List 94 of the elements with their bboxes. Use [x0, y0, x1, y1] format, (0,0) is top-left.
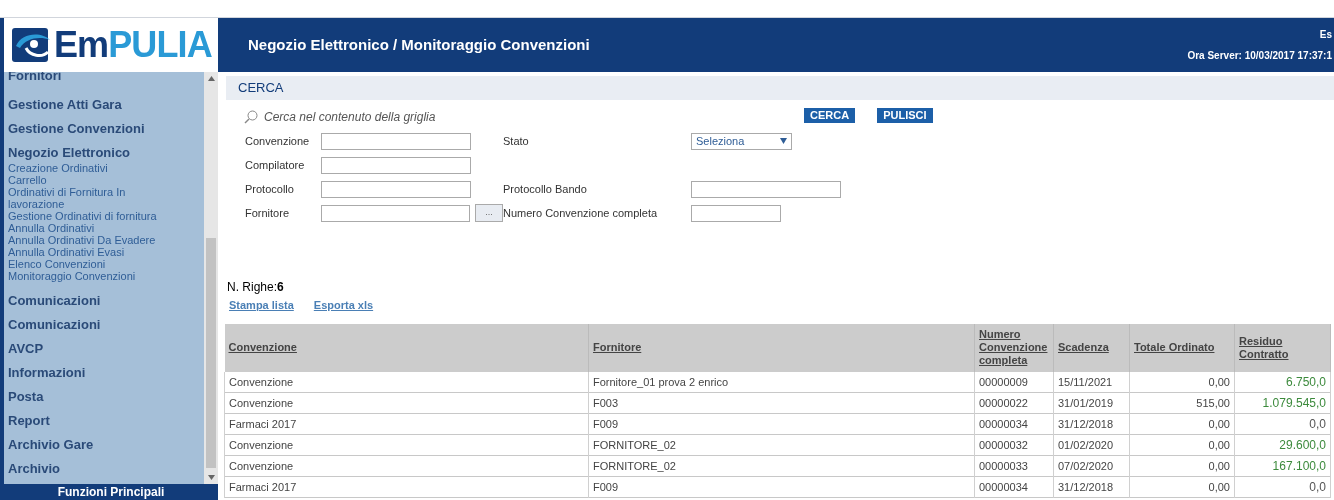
table-cell: Convenzione — [224, 392, 589, 414]
table-cell: 31/01/2019 — [1053, 392, 1130, 414]
menu-section[interactable]: Gestione Atti Gara — [8, 97, 204, 113]
logo-icon — [12, 26, 52, 64]
table-cell: 167.100,0 — [1272, 459, 1326, 473]
table-cell: 0,00 — [1129, 476, 1235, 498]
table-cell: 00000033 — [974, 455, 1054, 477]
field-label: Convenzione — [245, 133, 310, 149]
table-cell: 00000032 — [974, 434, 1054, 456]
field-label: Fornitore — [245, 205, 290, 221]
page-title: Negozio Elettronico / Monitoraggio Convenzioni — [248, 34, 590, 55]
menu-item[interactable]: Gestione Ordinativi di fornitura — [8, 210, 204, 222]
table-cell: Fornitore_01 prova 2 enrico — [588, 371, 975, 393]
menu-section[interactable]: Gestione Convenzioni — [8, 121, 204, 137]
menu-section[interactable]: Negozio Elettronico — [8, 145, 204, 161]
table-cell: 07/02/2020 — [1053, 455, 1130, 477]
menu-section[interactable]: Posta — [8, 389, 204, 405]
table-cell: 0,0 — [1309, 480, 1326, 494]
table-cell: Farmaci 2017 — [224, 476, 589, 498]
menu-section[interactable]: Archivio Gare — [8, 437, 204, 453]
table-cell: 0,00 — [1129, 413, 1235, 435]
column-header[interactable]: Scadenza — [1053, 323, 1130, 372]
table-cell: F009 — [588, 413, 975, 435]
table-cell: FORNITORE_02 — [588, 434, 975, 456]
menu-section[interactable]: Informazioni — [8, 365, 204, 381]
menu-item[interactable]: Ordinativi di Fornitura In lavorazione — [8, 186, 204, 210]
scroll-down-icon[interactable] — [207, 475, 215, 480]
action-button[interactable]: PULISCI — [877, 108, 933, 123]
text-field[interactable] — [691, 204, 781, 222]
menu-item[interactable]: Carrello — [8, 174, 204, 186]
table-cell: 00000022 — [974, 392, 1054, 414]
table-cell: 515,00 — [1129, 392, 1235, 414]
text-field[interactable] — [321, 180, 471, 198]
table-cell: Convenzione — [224, 371, 589, 393]
server-time: Ora Server: 10/03/2017 17:37:1 — [1187, 49, 1332, 63]
action-button[interactable]: CERCA — [804, 108, 856, 123]
table-cell: 00000034 — [974, 413, 1054, 435]
table-cell: Convenzione — [224, 434, 589, 456]
caret-icon[interactable] — [780, 138, 787, 144]
panel-title: CERCA — [238, 79, 284, 98]
table-cell: FORNITORE_02 — [588, 455, 975, 477]
sidebar-footer[interactable]: Funzioni Principali — [4, 484, 218, 500]
text-field[interactable] — [321, 132, 471, 150]
search-icon — [244, 110, 258, 124]
menu-item[interactable]: Annulla Ordinativi Da Evadere — [8, 234, 204, 246]
column-header[interactable]: Convenzione — [224, 323, 589, 372]
menu-section[interactable]: Comunicazioni — [8, 317, 204, 333]
menu-item[interactable]: Elenco Convenzioni — [8, 258, 204, 270]
field-label: Numero Convenzione completa — [503, 205, 658, 221]
text-field[interactable] — [321, 204, 471, 222]
table-cell: 0,0 — [1309, 417, 1326, 431]
field-label: Protocollo — [245, 181, 294, 197]
column-header[interactable]: Residuo Contratto — [1234, 323, 1331, 372]
status-dropdown[interactable]: Seleziona — [691, 132, 792, 150]
table-cell: 15/11/2021 — [1053, 371, 1130, 393]
user-name: Es — [1319, 28, 1332, 42]
field-label: Protocollo Bando — [503, 181, 587, 197]
menu-section[interactable]: Comunicazioni — [8, 293, 204, 309]
table-cell: 0,00 — [1129, 455, 1235, 477]
field-label: Compilatore — [245, 157, 305, 173]
table-cell: 29.600,0 — [1279, 438, 1326, 452]
menu-section[interactable]: Report — [8, 413, 204, 429]
menu-item[interactable]: Annulla Ordinativi Evasi — [8, 246, 204, 258]
table-cell: 31/12/2018 — [1053, 476, 1130, 498]
field-label: Stato — [503, 133, 529, 149]
table-cell: Farmaci 2017 — [224, 413, 589, 435]
table-cell: Convenzione — [224, 455, 589, 477]
scrollbar[interactable] — [204, 72, 218, 484]
table-cell: 0,00 — [1129, 371, 1235, 393]
table-cell: 01/02/2020 — [1053, 434, 1130, 456]
table-cell: 6.750,0 — [1285, 374, 1326, 389]
lookup-button[interactable]: ... — [475, 204, 503, 222]
column-header[interactable]: Numero Convenzione completa — [974, 323, 1054, 372]
table-cell: 1.079.545,0 — [1262, 396, 1326, 410]
menu-item[interactable]: Annulla Ordinativi — [8, 222, 204, 234]
table-cell: F009 — [588, 476, 975, 498]
column-header[interactable]: Totale Ordinato — [1129, 323, 1235, 372]
table-cell: 0,00 — [1129, 434, 1235, 456]
table-cell: 00000009 — [974, 371, 1054, 393]
table-cell: 31/12/2018 — [1053, 413, 1130, 435]
menu-section[interactable]: AVCP — [8, 341, 204, 357]
text-field[interactable] — [321, 156, 471, 174]
link[interactable]: Esporta xls — [313, 297, 374, 314]
menu-section[interactable]: Archivio — [8, 461, 204, 477]
menu-item[interactable]: Monitoraggio Convenzioni — [8, 270, 204, 282]
text-field[interactable] — [691, 180, 841, 198]
grid-search-link[interactable]: Cerca nel contenuto della griglia — [264, 108, 436, 126]
column-header[interactable]: Fornitore — [588, 323, 975, 372]
table-cell: F003 — [588, 392, 975, 414]
menu-item[interactable]: Creazione Ordinativi — [8, 162, 204, 174]
table-cell: 00000034 — [974, 476, 1054, 498]
link[interactable]: Stampa lista — [229, 297, 294, 314]
scroll-up-icon[interactable] — [207, 76, 215, 81]
row-count: N. Righe:6 — [227, 280, 284, 294]
